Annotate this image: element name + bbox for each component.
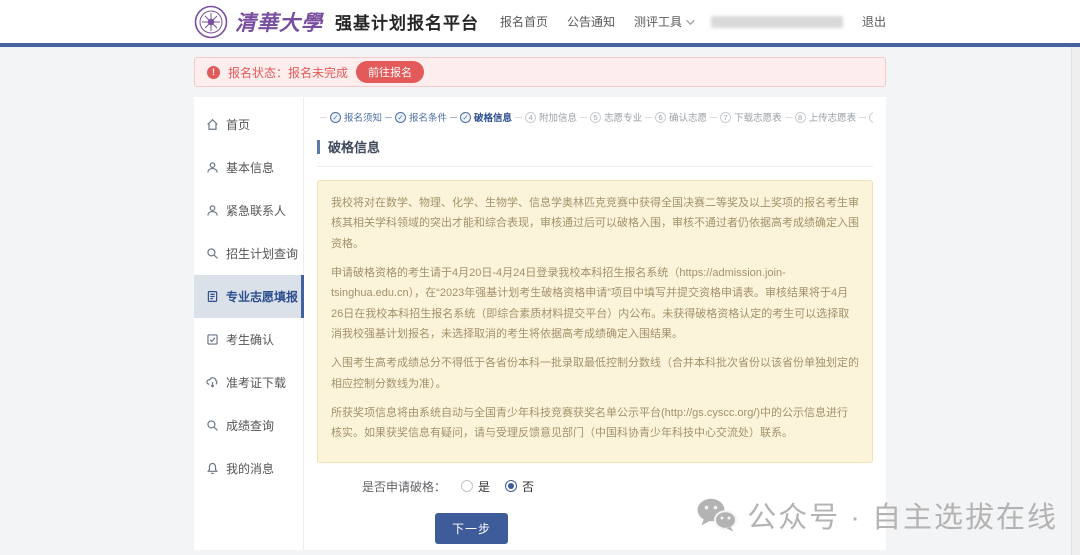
- step-label: 志愿专业: [604, 110, 642, 124]
- sidebar-item-emergency-contact[interactable]: 紧急联系人: [194, 189, 303, 232]
- nav-home[interactable]: 报名首页: [500, 13, 548, 30]
- step-circle-icon: ✓: [395, 112, 406, 123]
- sidebar-item-home[interactable]: 首页: [194, 103, 303, 146]
- radio-no[interactable]: 否: [505, 478, 534, 495]
- sidebar-item-label: 专业志愿填报: [226, 288, 298, 305]
- wechat-icon: [695, 497, 737, 533]
- title-accent-bar: [317, 140, 320, 154]
- sidebar-item-label: 基本信息: [226, 159, 274, 176]
- exception-apply-form-row: 是否申请破格： 是 否: [317, 478, 873, 495]
- stepper-step: ✓ 报名须知: [317, 110, 382, 124]
- tsinghua-seal-icon: [194, 5, 228, 39]
- nav-logout[interactable]: 退出: [862, 13, 886, 30]
- user-info-redacted: [711, 16, 843, 28]
- stepper-step: 9 填报完成: [856, 110, 873, 124]
- stepper-step: 7 下载志愿表: [707, 110, 782, 124]
- form-icon: [206, 290, 219, 303]
- main-panel: ✓ 报名须知 ✓ 报名条件 ✓ 破格信息: [304, 97, 886, 550]
- sidebar-item-ticket-download[interactable]: 准考证下载: [194, 361, 303, 404]
- radio-icon: [461, 480, 473, 492]
- sidebar-item-label: 成绩查询: [226, 417, 274, 434]
- sidebar-item-label: 首页: [226, 116, 250, 133]
- sidebar-item-label: 紧急联系人: [226, 202, 286, 219]
- progress-stepper: ✓ 报名须知 ✓ 报名条件 ✓ 破格信息: [317, 107, 873, 124]
- stepper-step: ✓ 报名条件: [382, 110, 447, 124]
- step-label: 确认志愿: [669, 110, 707, 124]
- brand: 清華大學 强基计划报名平台: [194, 5, 479, 39]
- cloud-download-icon: [206, 376, 219, 389]
- step-circle-icon: 8: [795, 112, 806, 123]
- step-label: 上传志愿表: [809, 110, 857, 124]
- notice-paragraph: 入围考生高考成绩总分不得低于各省份本科一批录取最低控制分数线（合并本科批次省份以…: [331, 353, 859, 394]
- content-card: 首页 基本信息 紧急联系人: [194, 97, 886, 550]
- stepper-step: 6 确认志愿: [642, 110, 707, 124]
- step-circle-icon: 5: [590, 112, 601, 123]
- radio-icon: [505, 480, 517, 492]
- warning-icon: !: [207, 66, 220, 79]
- stepper-step: 5 志愿专业: [577, 110, 642, 124]
- notice-paragraph: 所获奖项信息将由系统自动与全国青少年科技竞赛获奖名单公示平台(http://gs…: [331, 403, 859, 444]
- status-alert: ! 报名状态：报名未完成 前往报名: [194, 57, 886, 87]
- notice-box: 我校将对在数学、物理、化学、生物学、信息学奥林匹克竞赛中获得全国决赛二等奖及以上…: [317, 180, 873, 463]
- university-logo-text: 清華大學: [235, 7, 323, 37]
- header-divider: [0, 43, 1080, 47]
- step-label: 报名须知: [344, 110, 382, 124]
- sidebar-item-label: 考生确认: [226, 331, 274, 348]
- radio-label: 否: [522, 478, 534, 495]
- step-circle-icon: 9: [869, 112, 873, 123]
- step-circle-icon: 7: [720, 112, 731, 123]
- user-icon: [206, 161, 219, 174]
- next-step-button[interactable]: 下一步: [435, 513, 508, 544]
- nav-announcements[interactable]: 公告通知: [567, 13, 615, 30]
- step-circle-icon: ✓: [330, 112, 341, 123]
- sidebar-item-basic-info[interactable]: 基本信息: [194, 146, 303, 189]
- check-square-icon: [206, 333, 219, 346]
- sidebar-item-label: 我的消息: [226, 460, 274, 477]
- section-title-text: 破格信息: [328, 137, 380, 156]
- nav-assessment-tools[interactable]: 测评工具: [634, 13, 692, 30]
- watermark: 公众号 · 自主选拔在线: [695, 494, 1058, 536]
- sidebar-item-label: 招生计划查询: [226, 245, 298, 262]
- step-label: 破格信息: [474, 110, 512, 124]
- sidebar: 首页 基本信息 紧急联系人: [194, 97, 304, 550]
- search-icon: [206, 247, 219, 260]
- user-icon: [206, 204, 219, 217]
- step-label: 附加信息: [539, 110, 577, 124]
- notice-paragraph: 我校将对在数学、物理、化学、生物学、信息学奥林匹克竞赛中获得全国决赛二等奖及以上…: [331, 193, 859, 254]
- sidebar-item-major-preference[interactable]: 专业志愿填报: [194, 275, 303, 318]
- watermark-text: 公众号 · 自主选拔在线: [747, 494, 1058, 536]
- go-register-button[interactable]: 前往报名: [356, 61, 424, 83]
- header: 清華大學 强基计划报名平台 报名首页 公告通知 测评工具 退出: [0, 0, 1080, 43]
- stepper-step: 4 附加信息: [512, 110, 577, 124]
- status-text: 报名状态：报名未完成: [228, 64, 348, 81]
- radio-label: 是: [478, 478, 490, 495]
- step-label: 报名条件: [409, 110, 447, 124]
- home-icon: [206, 118, 219, 131]
- sidebar-item-label: 准考证下载: [226, 374, 286, 391]
- chevron-down-icon: [686, 16, 694, 24]
- page: 清華大學 强基计划报名平台 报名首页 公告通知 测评工具 退出 ! 报名状态：报…: [0, 0, 1080, 555]
- bell-icon: [206, 462, 219, 475]
- section-title: 破格信息: [317, 137, 873, 167]
- nav-tools-label: 测评工具: [634, 13, 682, 30]
- app-title: 强基计划报名平台: [335, 9, 479, 34]
- step-circle-icon: 6: [655, 112, 666, 123]
- sidebar-item-score-query[interactable]: 成绩查询: [194, 404, 303, 447]
- sidebar-item-admission-plan-query[interactable]: 招生计划查询: [194, 232, 303, 275]
- step-label: 下载志愿表: [734, 110, 782, 124]
- scrollbar[interactable]: [1071, 47, 1080, 555]
- sidebar-item-messages[interactable]: 我的消息: [194, 447, 303, 490]
- radio-yes[interactable]: 是: [461, 478, 490, 495]
- step-circle-icon: 4: [525, 112, 536, 123]
- stepper-step: ✓ 破格信息: [447, 110, 512, 124]
- search-icon: [206, 419, 219, 432]
- notice-paragraph: 申请破格资格的考生请于4月20日-4月24日登录我校本科招生报名系统（https…: [331, 263, 859, 344]
- sidebar-item-candidate-confirm[interactable]: 考生确认: [194, 318, 303, 361]
- stepper-step: 8 上传志愿表: [782, 110, 857, 124]
- top-nav: 报名首页 公告通知 测评工具 退出: [500, 13, 886, 30]
- form-label: 是否申请破格：: [362, 478, 446, 495]
- step-circle-icon: ✓: [460, 112, 471, 123]
